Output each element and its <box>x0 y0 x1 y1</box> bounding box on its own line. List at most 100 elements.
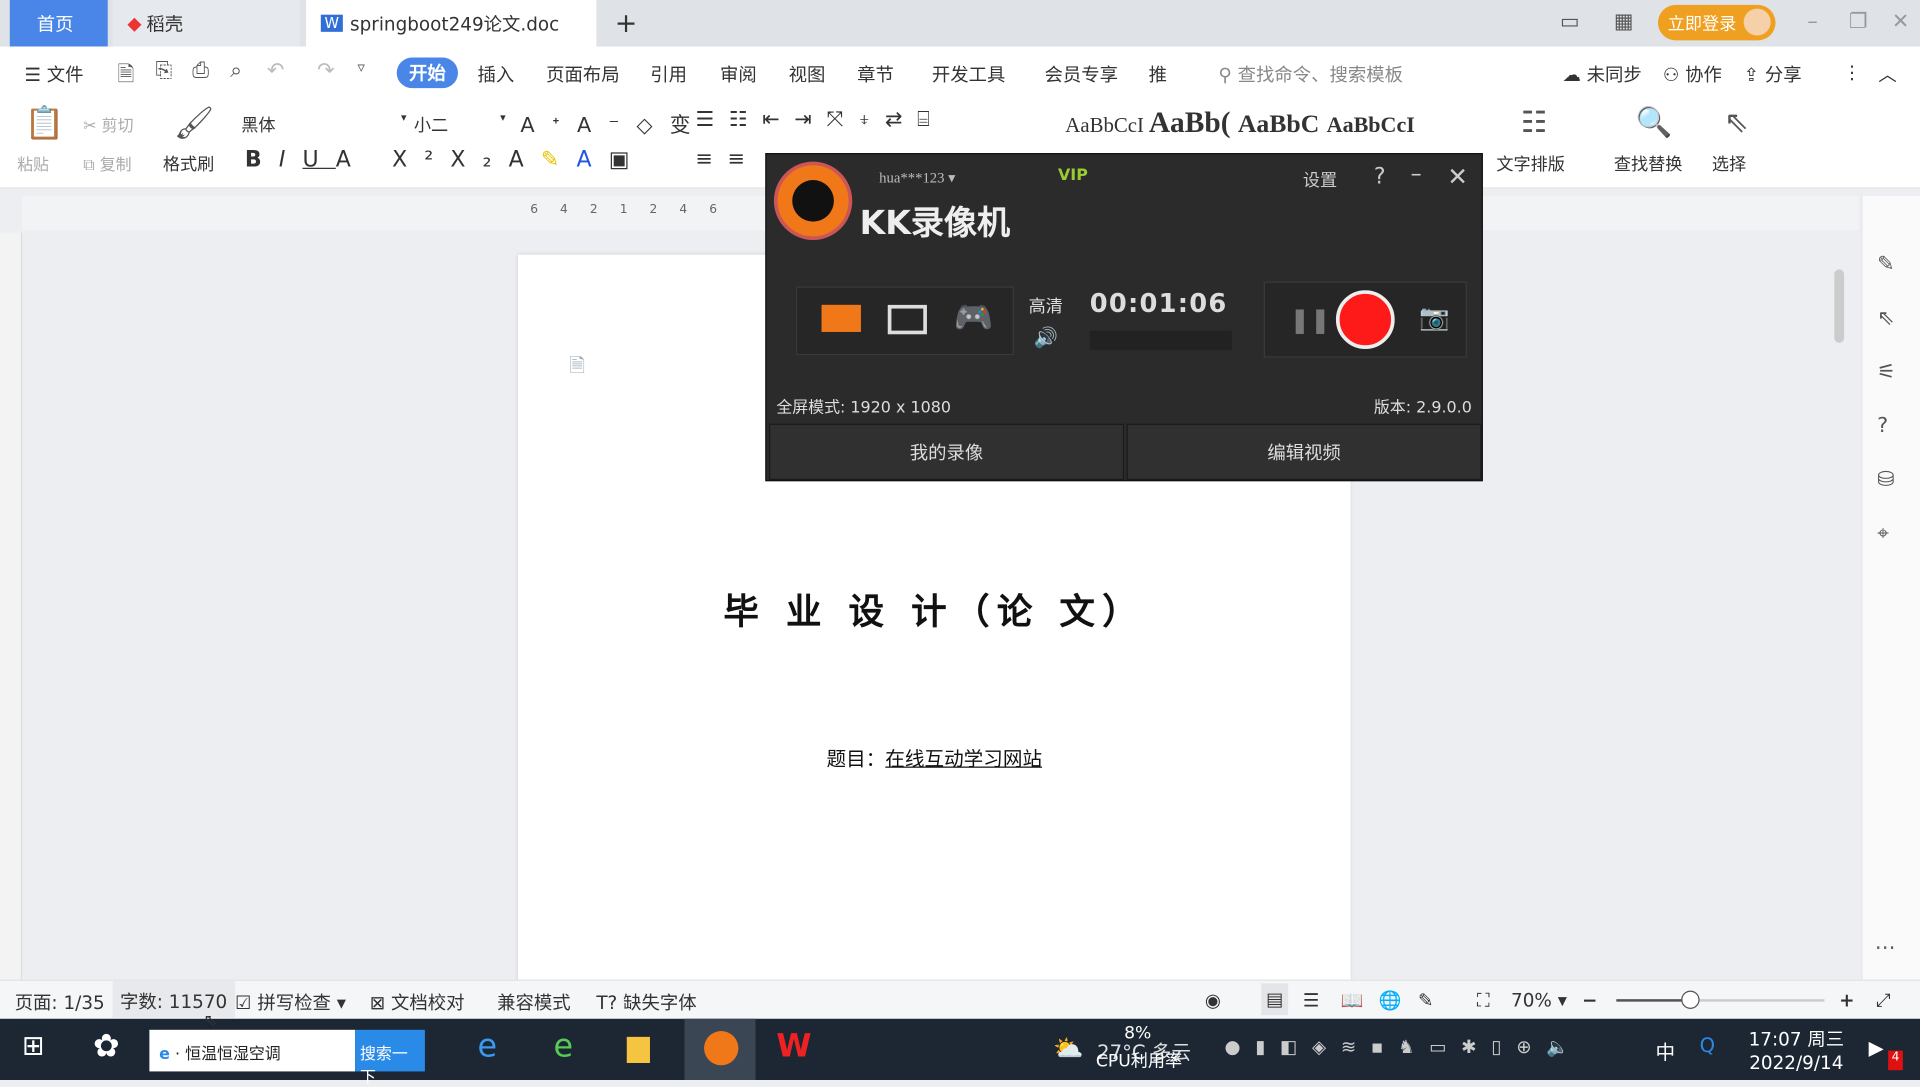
command-search[interactable]: ⚲ 查找命令、搜索模板 <box>1218 61 1403 87</box>
menu-tab-view[interactable]: 视图 <box>789 61 826 87</box>
browser-360-icon[interactable]: e <box>553 1029 573 1066</box>
region-mode-icon[interactable] <box>887 304 927 335</box>
taskbar-search-button[interactable]: 搜索一下 <box>355 1029 425 1087</box>
help-button[interactable]: ? <box>1374 164 1386 190</box>
format-painter-icon[interactable]: 🖌 <box>174 105 214 142</box>
menu-tab-chapter[interactable]: 章节 <box>857 61 894 87</box>
zoom-out-button[interactable]: − <box>1582 989 1597 1011</box>
style-gallery[interactable]: AaBbCcI AaBb(AaBbC AaBbCcI <box>1060 108 1464 152</box>
collab-button[interactable]: ⚇ 协作 <box>1663 61 1722 87</box>
tab-daoke[interactable]: ◆ 稻壳 <box>112 0 301 47</box>
layout-icon[interactable]: ▭ <box>1560 10 1580 34</box>
customize-icon[interactable]: ▿ <box>358 59 365 76</box>
font-grow-shrink-clear[interactable]: AᐩA⁻◇变 <box>520 108 707 138</box>
menu-tab-recommend[interactable]: 推 <box>1149 61 1167 87</box>
weather-text[interactable]: 27°C 多云 <box>1097 1036 1191 1065</box>
spell-check-button[interactable]: ☑ 拼写检查 ▾ <box>235 989 346 1015</box>
sync-button[interactable]: ☁ 未同步 <box>1562 61 1641 87</box>
menu-tab-start[interactable]: 开始 <box>396 57 458 89</box>
style-heading3[interactable]: AaBbCcI <box>1327 113 1415 137</box>
align-buttons[interactable]: ≡≡ <box>696 147 760 171</box>
format-painter-button[interactable]: 格式刷 <box>163 152 214 176</box>
page-view-icon[interactable]: ▤ <box>1261 983 1289 1016</box>
qq-browser-icon[interactable]: Q <box>1700 1033 1715 1056</box>
menu-tab-page-layout[interactable]: 页面布局 <box>546 61 619 87</box>
file-menu[interactable]: ☰ 文件 <box>24 61 83 87</box>
wps-icon[interactable]: W <box>776 1029 811 1066</box>
zoom-slider-handle[interactable] <box>1680 990 1699 1009</box>
compat-mode[interactable]: 兼容模式 <box>497 989 570 1015</box>
font-select[interactable]: 黑体 ▾ <box>241 113 406 137</box>
cut-button[interactable]: ✂ 剪切 <box>83 113 133 136</box>
close-icon[interactable]: ✕ <box>1447 162 1468 191</box>
edit-video-button[interactable]: 编辑视频 <box>1126 423 1482 481</box>
vip-badge[interactable]: VIP <box>1058 167 1088 185</box>
write-view-icon[interactable]: ✎ <box>1418 989 1433 1011</box>
close-icon[interactable]: ✕ <box>1892 10 1909 34</box>
game-mode-icon[interactable]: 🎮 <box>954 300 994 337</box>
kk-recorder-taskbar-button[interactable] <box>684 1018 756 1081</box>
redo-icon[interactable]: ↷ <box>317 59 334 83</box>
style-heading1[interactable]: AaBb( <box>1149 108 1231 140</box>
screenshot-icon[interactable]: 📷 <box>1419 302 1449 331</box>
zoom-select[interactable]: 70% ▾ <box>1511 989 1567 1011</box>
style-heading2[interactable]: AaBbC <box>1238 109 1319 138</box>
read-view-icon[interactable]: 📖 <box>1341 989 1364 1011</box>
user-dropdown[interactable]: hua***123 ▾ <box>879 169 955 187</box>
app-360-icon[interactable]: ✿ <box>93 1029 120 1066</box>
help-icon[interactable]: ? <box>1877 414 1888 438</box>
text-layout-button[interactable]: 文字排版 <box>1496 152 1565 176</box>
format-buttons[interactable]: BIUA X²X₂A✎A▣ <box>245 147 647 173</box>
more-icon[interactable]: ⋮ <box>1843 61 1861 83</box>
find-replace-button[interactable]: 查找替换 <box>1614 152 1683 176</box>
proofread-button[interactable]: ⊠ 文档校对 <box>370 989 465 1015</box>
menu-tab-member[interactable]: 会员专享 <box>1044 61 1117 87</box>
settings-button[interactable]: 设置 <box>1303 168 1337 192</box>
quality-select[interactable]: 高清 <box>1029 294 1063 318</box>
collapse-ribbon-icon[interactable]: ︿ <box>1878 61 1896 87</box>
backup-icon[interactable]: ⛁ <box>1877 468 1894 492</box>
zoom-slider[interactable] <box>1616 990 1825 1009</box>
outline-view-icon[interactable]: ☰ <box>1303 989 1319 1011</box>
fullscreen-icon[interactable]: ⤢ <box>1876 989 1891 1011</box>
taskbar-search-input[interactable]: e · 恒温恒湿空调 <box>149 1029 356 1072</box>
tab-home[interactable]: 首页 <box>9 0 108 47</box>
record-button[interactable] <box>1335 290 1395 349</box>
eye-protect-icon[interactable]: ◉ <box>1205 989 1221 1011</box>
apps-grid-icon[interactable]: ▦ <box>1614 10 1634 34</box>
volume-icon[interactable]: 🔊 <box>1033 326 1057 349</box>
paste-button[interactable]: 粘贴 <box>17 152 49 175</box>
menu-tab-references[interactable]: 引用 <box>650 61 687 87</box>
more-options-icon[interactable]: ⋯ <box>1875 936 1896 960</box>
missing-font-button[interactable]: T? 缺失字体 <box>596 989 696 1015</box>
clock[interactable]: 17:07 周三 2022/9/14 <box>1749 1026 1845 1074</box>
menu-tab-review[interactable]: 审阅 <box>720 61 757 87</box>
locate-icon[interactable]: ⌖ <box>1877 522 1889 546</box>
ie-icon[interactable]: e <box>478 1029 498 1066</box>
size-select[interactable]: 小二 ▾ <box>414 113 506 137</box>
copy-button[interactable]: ⧉ 复制 <box>83 152 131 175</box>
share-button[interactable]: ⇪ 分享 <box>1744 61 1802 87</box>
select-button[interactable]: 选择 <box>1712 152 1746 176</box>
save-icon[interactable]: 🗎 <box>118 59 135 95</box>
login-button[interactable]: 立即登录 <box>1657 4 1776 41</box>
vertical-ruler[interactable] <box>0 232 23 980</box>
scrollbar-thumb[interactable] <box>1834 269 1845 343</box>
print-preview-icon[interactable]: ⌕ <box>230 59 242 83</box>
minimize-icon[interactable]: – <box>1411 162 1422 188</box>
undo-icon[interactable]: ↶ <box>267 59 284 83</box>
page-indicator[interactable]: 页面: 1/35 <box>15 989 105 1015</box>
paste-icon[interactable]: 📋 <box>24 105 64 142</box>
file-explorer-icon[interactable]: ▆ <box>627 1029 650 1063</box>
my-recordings-button[interactable]: 我的录像 <box>768 423 1125 481</box>
new-tab-button[interactable]: + <box>600 0 638 47</box>
zoom-in-button[interactable]: + <box>1839 989 1854 1011</box>
restore-icon[interactable]: ❐ <box>1849 10 1868 34</box>
notification-icon[interactable]: ▶ <box>1869 1036 1884 1059</box>
paragraph-buttons[interactable]: ☰☷⇤⇥⤧⍖⇄⌸ <box>696 108 945 132</box>
menu-tab-insert[interactable]: 插入 <box>478 61 515 87</box>
fullscreen-mode-icon[interactable] <box>821 304 861 332</box>
vertical-scrollbar[interactable] <box>1834 233 1851 968</box>
export-icon[interactable]: ⎘ <box>156 59 173 83</box>
pause-icon[interactable]: ❚❚ <box>1289 305 1330 334</box>
